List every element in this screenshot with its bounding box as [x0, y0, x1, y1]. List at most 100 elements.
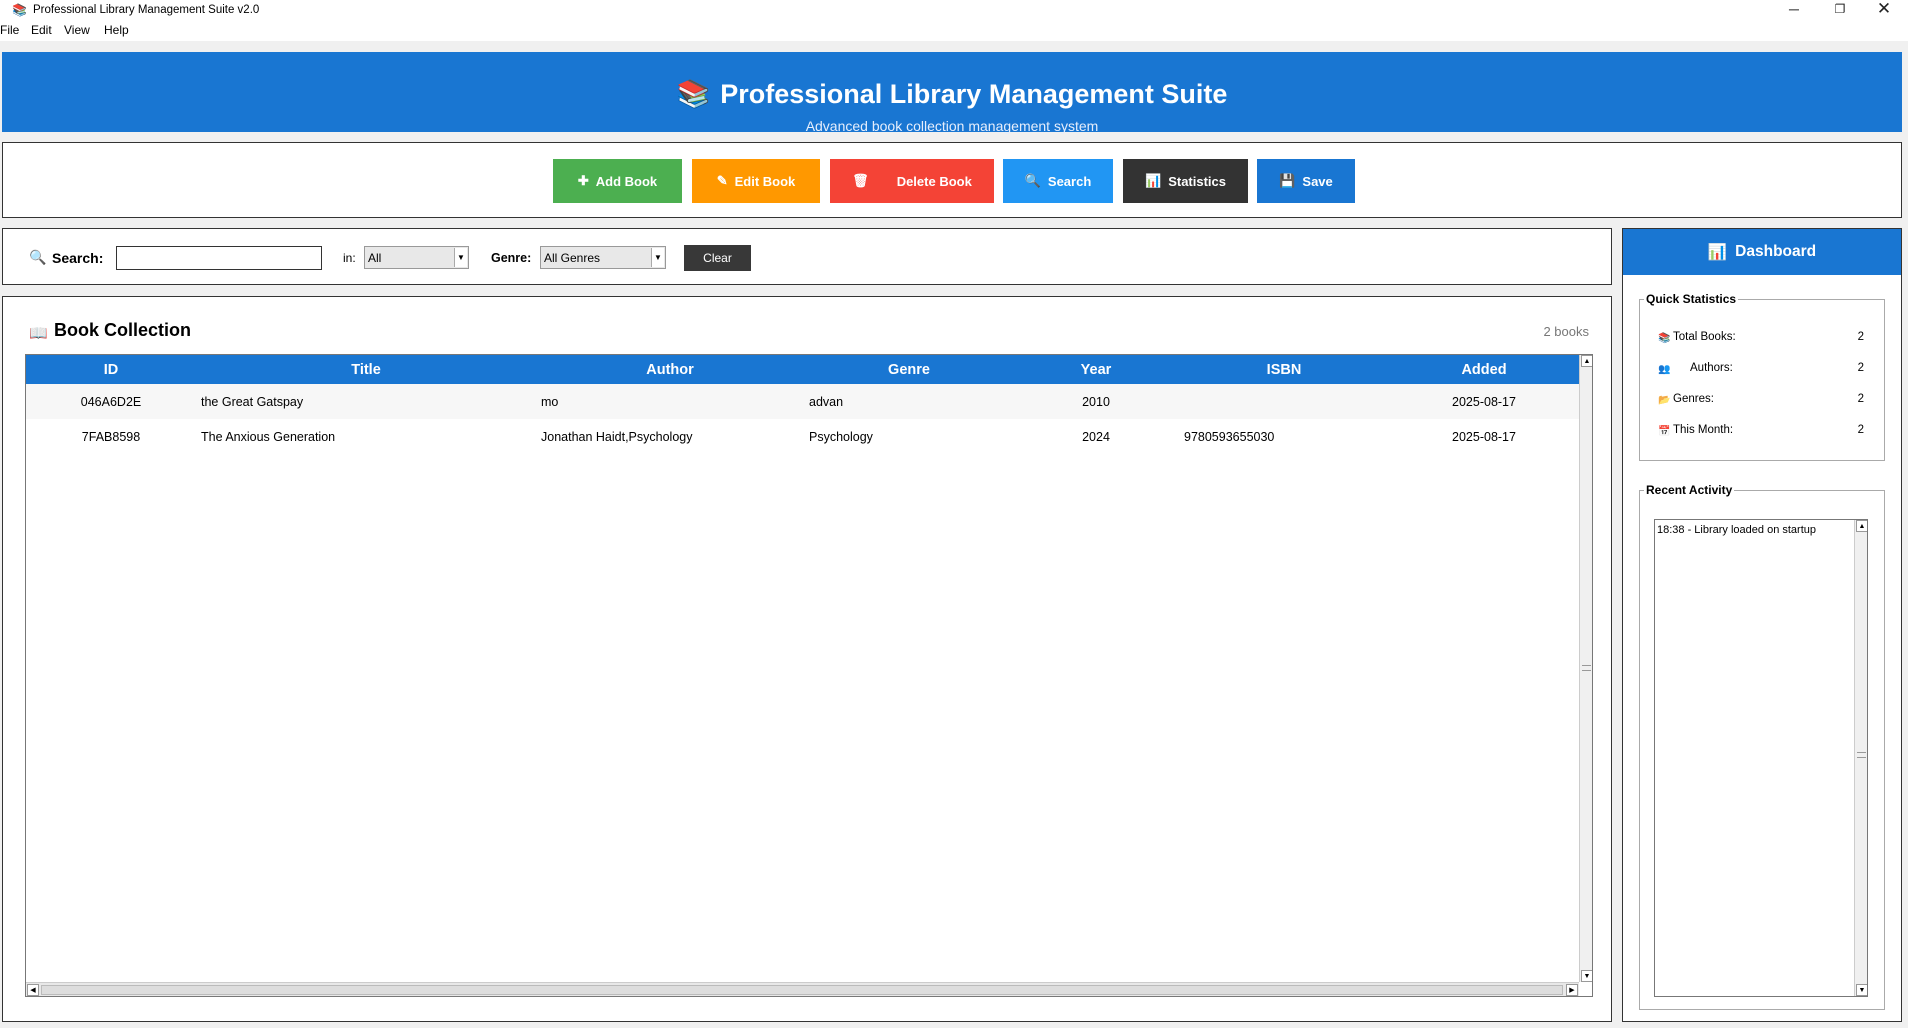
stat-value: 2 — [1857, 424, 1864, 436]
search-label: Search — [1047, 173, 1092, 189]
quick-statistics-group: Quick Statistics 📚 Total Books: 2 👥 Auth… — [1639, 292, 1885, 461]
books-icon: 📚 — [12, 3, 27, 17]
scroll-grip[interactable] — [1857, 752, 1866, 758]
stat-value: 2 — [1857, 331, 1864, 343]
search-field-select[interactable]: All ▼ — [364, 246, 469, 269]
minimize-button[interactable]: ─ — [1772, 0, 1816, 20]
table-vertical-scrollbar[interactable]: ▲ ▼ — [1579, 355, 1592, 982]
scroll-up-icon[interactable]: ▲ — [1856, 520, 1867, 532]
scroll-up-icon[interactable]: ▲ — [1581, 355, 1592, 367]
scroll-down-icon[interactable]: ▼ — [1581, 970, 1592, 982]
recent-activity-title: Recent Activity — [1644, 483, 1735, 497]
menu-edit[interactable]: Edit — [31, 23, 52, 37]
search-panel: 🔍 Search: in: All ▼ Genre: All Genres ▼ … — [2, 228, 1612, 285]
cell-id: 7FAB8598 — [81, 430, 141, 444]
cell-added: 2025-08-17 — [1452, 430, 1516, 444]
statistics-label: Statistics — [1168, 173, 1226, 189]
add-book-button[interactable]: ✚ Add Book — [553, 159, 682, 203]
stat-label: Total Books: — [1673, 331, 1736, 343]
app-title-text: Professional Library Management Suite — [720, 79, 1228, 109]
search-button[interactable]: 🔍 Search — [1003, 159, 1113, 203]
cell-year: 2024 — [1082, 430, 1110, 444]
table-row[interactable]: 046A6D2E the Great Gatspay mo advan 2010… — [26, 384, 1579, 419]
scroll-grip[interactable] — [1582, 665, 1591, 671]
app-subtitle: Advanced book collection management syst… — [805, 118, 1099, 134]
column-header-title[interactable]: Title — [351, 362, 381, 378]
stat-value: 2 — [1857, 362, 1864, 374]
floppy-disk-icon: 💾 — [1279, 173, 1296, 188]
open-book-icon: 📖 — [29, 325, 48, 342]
scroll-down-icon[interactable]: ▼ — [1856, 984, 1867, 996]
collection-title: Book Collection — [54, 320, 192, 340]
chevron-down-icon: ▼ — [651, 248, 664, 267]
dashboard-header: 📊 Dashboard — [1623, 229, 1901, 275]
trash-icon: 🗑 — [852, 173, 869, 188]
delete-book-button[interactable]: 🗑 Delete Book — [830, 159, 994, 203]
folder-icon: 📂 — [1658, 395, 1671, 406]
column-header-genre[interactable]: Genre — [888, 362, 930, 378]
statistics-button[interactable]: 📊 Statistics — [1123, 159, 1248, 203]
plus-icon: ✚ — [577, 173, 589, 188]
magnifier-icon: 🔍 — [29, 249, 47, 265]
cell-isbn: 9780593655030 — [1184, 430, 1275, 444]
genre-select[interactable]: All Genres ▼ — [540, 246, 666, 269]
save-label: Save — [1302, 173, 1333, 189]
stat-authors: 👥 Authors: 2 — [1640, 361, 1880, 381]
book-count: 2 books — [1543, 324, 1589, 339]
chevron-down-icon: ▼ — [454, 248, 467, 267]
magnifier-icon: 🔍 — [1024, 173, 1041, 188]
menu-file[interactable]: File — [0, 23, 19, 37]
menu-bar: File Edit View Help — [0, 20, 1908, 41]
search-input[interactable] — [116, 246, 322, 270]
maximize-button[interactable]: ❐ — [1818, 0, 1862, 20]
column-header-author[interactable]: Author — [646, 362, 694, 378]
search-in-label: in: — [343, 251, 356, 265]
cell-genre: advan — [809, 395, 844, 409]
cell-id: 046A6D2E — [80, 395, 142, 409]
search-label: Search: — [52, 250, 104, 266]
close-button[interactable]: ✕ — [1862, 0, 1906, 20]
clear-button[interactable]: Clear — [684, 245, 751, 271]
scroll-left-icon[interactable]: ◀ — [27, 984, 39, 996]
window-title: Professional Library Management Suite v2… — [33, 4, 260, 16]
dashboard-panel: 📊 Dashboard Quick Statistics 📚 Total Boo… — [1622, 228, 1902, 1022]
scroll-right-icon[interactable]: ▶ — [1566, 984, 1578, 996]
table-horizontal-scrollbar[interactable]: ◀ ▶ — [26, 982, 1579, 996]
cell-added: 2025-08-17 — [1452, 395, 1516, 409]
menu-view[interactable]: View — [64, 23, 90, 37]
dashboard-title: Dashboard — [1735, 243, 1817, 260]
stat-value: 2 — [1857, 393, 1864, 405]
book-collection-panel: 📖 Book Collection 2 books ID Title Autho… — [2, 296, 1612, 1022]
chart-icon: 📊 — [1707, 243, 1728, 261]
column-header-added[interactable]: Added — [1461, 362, 1506, 378]
books-icon: 📚 — [676, 79, 711, 109]
pencil-icon: ✎ — [716, 173, 728, 188]
add-book-label: Add Book — [595, 173, 658, 189]
cell-year: 2010 — [1082, 395, 1110, 409]
books-table: ID Title Author Genre Year ISBN Added 04… — [25, 354, 1593, 997]
stat-label: Genres: — [1673, 393, 1714, 405]
quick-statistics-title: Quick Statistics — [1644, 292, 1739, 306]
cell-author: Jonathan Haidt,Psychology — [541, 430, 693, 444]
genre-label: Genre: — [491, 251, 532, 265]
cell-title: The Anxious Generation — [201, 430, 336, 444]
stat-label: Authors: — [1690, 362, 1733, 374]
calendar-icon: 📅 — [1658, 426, 1671, 437]
save-button[interactable]: 💾 Save — [1257, 159, 1355, 203]
cell-author: mo — [541, 395, 559, 409]
activity-vertical-scrollbar[interactable]: ▲ ▼ — [1854, 520, 1867, 996]
column-header-id[interactable]: ID — [104, 362, 119, 378]
scroll-thumb[interactable] — [41, 985, 1563, 995]
cell-title: the Great Gatspay — [201, 395, 304, 409]
column-header-isbn[interactable]: ISBN — [1267, 362, 1302, 378]
search-field-value: All — [368, 251, 382, 265]
stat-this-month: 📅 This Month: 2 — [1640, 423, 1880, 443]
stat-total-books: 📚 Total Books: 2 — [1640, 330, 1880, 350]
activity-log[interactable]: 18:38 - Library loaded on startup ▲ ▼ — [1654, 519, 1868, 997]
edit-book-button[interactable]: ✎ Edit Book — [692, 159, 820, 203]
column-header-year[interactable]: Year — [1081, 362, 1112, 378]
menu-help[interactable]: Help — [104, 23, 129, 37]
title-bar: 📚 Professional Library Management Suite … — [0, 0, 1908, 20]
table-row[interactable]: 7FAB8598 The Anxious Generation Jonathan… — [26, 419, 1579, 454]
table-header: ID Title Author Genre Year ISBN Added — [26, 355, 1579, 384]
